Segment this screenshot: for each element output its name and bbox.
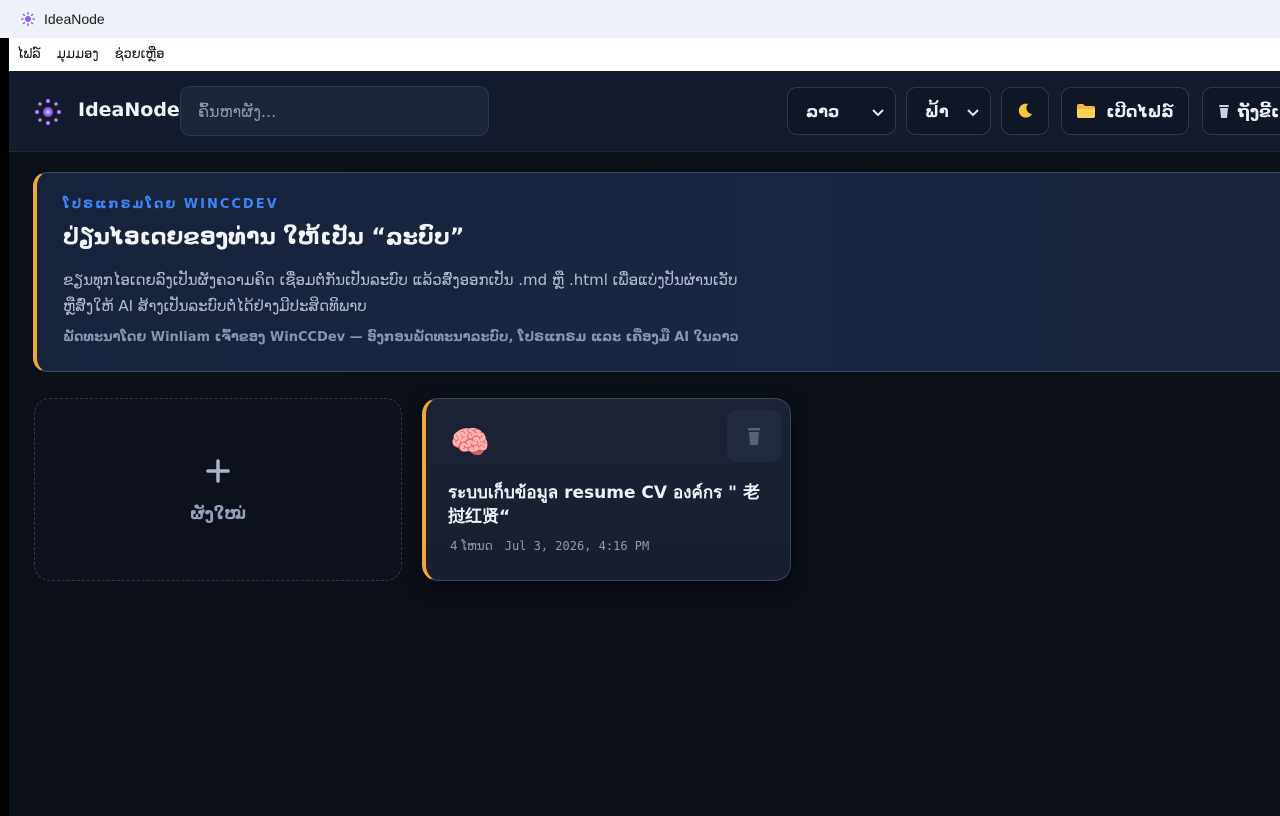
banner-kicker: ໂປຣແກຣມໂດຍ WINCCDEV (63, 197, 279, 212)
logo-text: IdeaNode (78, 99, 180, 121)
brain-icon: 🧠 (450, 423, 490, 461)
card-meta: 4 ໂຫນດ Jul 3, 2026, 4:16 PM (450, 539, 649, 553)
trash-icon (1219, 105, 1229, 118)
menu-view[interactable]: ມຸມມອງ (57, 47, 99, 62)
card-title: ระบบเก็บข้อมูล resume CV องค์กร " 老挝红贤“ (448, 483, 760, 527)
trash-icon (748, 428, 760, 445)
theme-select[interactable]: ຟ້າ (906, 87, 991, 135)
plus-icon (206, 459, 230, 483)
intro-banner: ໂປຣແກຣມໂດຍ WINCCDEV ປ່ຽນໄອເດຍຂອງທ່ານ ໃຫ້… (33, 172, 1280, 372)
banner-description-line: ຫຼືສົ່ງໃຫ້ AI ສ້າງເປັນລະບົບຕໍ່ໄດ້ຢ່າງມີປ… (63, 297, 367, 315)
chevron-down-icon (872, 109, 884, 117)
menu-bar: ໄຟລ໌ ມຸມມອງ ຊ່ວຍເຫຼືອ (9, 38, 1280, 71)
app-main: IdeaNode ລາວ ຟ້າ ເປີດໄຟລ໌ (9, 71, 1280, 816)
banner-description: ຂຽນທຸກໄອເດຍລົງເປັນຜັງຄວາມຄິດ ເຊື່ອມຕໍ່ກັ… (63, 267, 783, 319)
banner-description-line: ຂຽນທຸກໄອເດຍລົງເປັນຜັງຄວາມຄິດ ເຊື່ອມຕໍ່ກັ… (63, 271, 738, 289)
delete-card-button[interactable] (727, 410, 781, 462)
new-diagram-card[interactable]: ຜັງໃໝ່ (34, 398, 402, 581)
folder-icon (1077, 104, 1096, 118)
open-file-label: ເປີດໄຟລ໌ (1106, 101, 1174, 121)
menu-help[interactable]: ຊ່ວຍເຫຼືອ (115, 47, 165, 62)
menu-file[interactable]: ໄຟລ໌ (17, 47, 41, 62)
card-date: Jul 3, 2026, 4:16 PM (504, 539, 650, 553)
window-title: IdeaNode (44, 11, 105, 27)
trash-bin-button[interactable]: ຖັງຂີ້ເ (1202, 87, 1280, 135)
app-icon (21, 12, 35, 26)
search-input[interactable] (180, 86, 489, 136)
moon-icon (1018, 103, 1032, 118)
dark-mode-toggle-button[interactable] (1001, 87, 1049, 135)
banner-headline: ປ່ຽນໄອເດຍຂອງທ່ານ ໃຫ້ເປັນ “ລະບົບ” (63, 225, 465, 250)
diagram-card[interactable]: 🧠 ระบบเก็บข้อมูล resume CV องค์กร " 老挝红贤… (422, 398, 791, 581)
trash-bin-label: ຖັງຂີ້ເ (1238, 101, 1280, 121)
theme-select-value: ຟ້າ (925, 101, 949, 121)
logo-icon (35, 99, 61, 125)
banner-credit: ພັດທະນາໂດຍ Winliam ເຈົ້າຂອງ WinCCDev — ອ… (63, 330, 739, 345)
chevron-down-icon (967, 109, 979, 117)
language-select-value: ລາວ (806, 101, 840, 121)
node-count: 4 ໂຫນດ (450, 539, 493, 553)
language-select[interactable]: ລາວ (787, 87, 896, 135)
window-titlebar: IdeaNode (0, 0, 1280, 38)
new-diagram-label: ຜັງໃໝ່ (189, 504, 247, 523)
app-header: IdeaNode ລາວ ຟ້າ ເປີດໄຟລ໌ (9, 71, 1280, 152)
open-file-button[interactable]: ເປີດໄຟລ໌ (1061, 87, 1189, 135)
